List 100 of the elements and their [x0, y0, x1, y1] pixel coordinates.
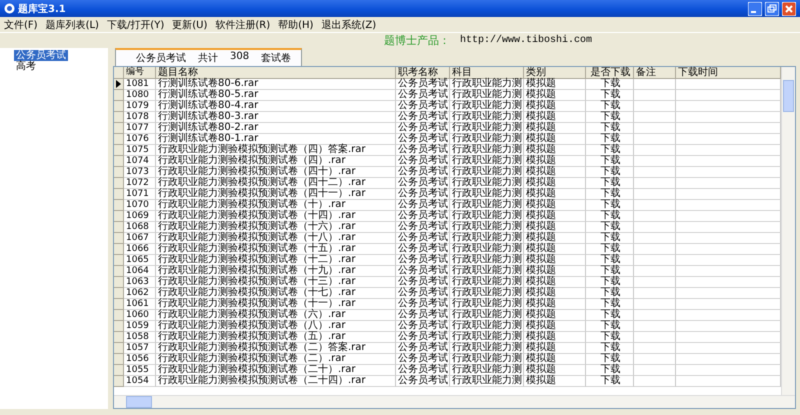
table-cell	[634, 101, 676, 112]
table-cell: 下载	[586, 233, 634, 244]
table-cell: 1062	[124, 288, 156, 299]
table-cell	[634, 288, 676, 299]
table-cell: 行政职业能力测	[450, 266, 524, 277]
table-cell: 行测训练试卷80-1.rar	[156, 134, 396, 145]
minimize-button[interactable]	[748, 2, 762, 16]
horizontal-scrollbar[interactable]	[114, 395, 795, 408]
table-cell: 下载	[586, 79, 634, 90]
column-header[interactable]: 科目	[450, 67, 524, 79]
column-header[interactable]: 编号	[124, 67, 156, 79]
table-cell: 下载	[586, 244, 634, 255]
table-cell: 行政职业能力测	[450, 332, 524, 343]
column-header[interactable]: 下载时间	[676, 67, 781, 79]
table-cell	[634, 222, 676, 233]
table-cell: 行政职业能力测	[450, 189, 524, 200]
table-cell: 1061	[124, 299, 156, 310]
table-cell: 模拟题	[524, 277, 586, 288]
column-header[interactable]: 题目名称	[156, 67, 396, 79]
menu-item[interactable]: 退出系统(Z)	[321, 18, 376, 32]
table-cell: 行政职业能力测	[450, 365, 524, 376]
table-cell: 行政职业能力测	[450, 255, 524, 266]
table-cell: 模拟题	[524, 189, 586, 200]
table-cell: 行政职业能力测	[450, 222, 524, 233]
table-cell: 1054	[124, 376, 156, 387]
table-cell: 模拟题	[524, 321, 586, 332]
table-cell: 公务员考试	[396, 277, 450, 288]
tree-item[interactable]: 公务员考试	[14, 50, 68, 61]
menu-item[interactable]: 软件注册(R)	[215, 18, 270, 32]
column-header[interactable]: 是否下载	[586, 67, 634, 79]
table-cell: 行政职业能力测验模拟预测试卷（五）.rar	[156, 332, 396, 343]
tab[interactable]: 公务员考试 共计 308 套试卷	[115, 48, 302, 66]
menu-item[interactable]: 下载/打开(Y)	[106, 18, 164, 32]
table-cell: 1078	[124, 112, 156, 123]
table-cell: 下载	[586, 123, 634, 134]
table-cell: 行政职业能力测验模拟预测试卷（十七）.rar	[156, 288, 396, 299]
table-cell: 下载	[586, 277, 634, 288]
table-cell	[634, 112, 676, 123]
table-cell: 行政职业能力测	[450, 376, 524, 387]
table-cell	[634, 310, 676, 321]
table-cell: 1072	[124, 178, 156, 189]
table-cell: 1067	[124, 233, 156, 244]
table-cell	[634, 178, 676, 189]
table-cell: 1075	[124, 145, 156, 156]
table-cell: 行政职业能力测验模拟预测试卷（六）.rar	[156, 310, 396, 321]
table-cell: 1063	[124, 277, 156, 288]
table-cell: 1076	[124, 134, 156, 145]
table-cell: 模拟题	[524, 123, 586, 134]
table-cell	[634, 134, 676, 145]
table-cell: 1077	[124, 123, 156, 134]
table-cell: 1065	[124, 255, 156, 266]
table-cell: 模拟题	[524, 156, 586, 167]
table-cell: 公务员考试	[396, 255, 450, 266]
window-title: 题库宝3.1	[18, 2, 66, 16]
menu-item[interactable]: 更新(U)	[172, 18, 208, 32]
table-cell: 行政职业能力测	[450, 156, 524, 167]
app-icon	[4, 3, 15, 14]
table-cell: 1055	[124, 365, 156, 376]
close-button[interactable]	[782, 2, 796, 16]
table-cell: 模拟题	[524, 167, 586, 178]
table-cell: 行政职业能力测	[450, 112, 524, 123]
table-cell: 公务员考试	[396, 211, 450, 222]
website-url[interactable]: http://www.tiboshi.com	[460, 35, 592, 46]
table-cell: 行政职业能力测	[450, 211, 524, 222]
column-header[interactable]: 备注	[634, 67, 676, 79]
table-cell: 1068	[124, 222, 156, 233]
column-header[interactable]: 类别	[524, 67, 586, 79]
menu-item[interactable]: 帮助(H)	[278, 18, 314, 32]
table-cell: 模拟题	[524, 134, 586, 145]
table-cell: 公务员考试	[396, 189, 450, 200]
menu-item[interactable]: 题库列表(L)	[46, 18, 99, 32]
table-cell: 模拟题	[524, 79, 586, 90]
table-cell: 行政职业能力测验模拟预测试卷（四十一）.rar	[156, 189, 396, 200]
table-cell: 模拟题	[524, 354, 586, 365]
column-header[interactable]: 职考名称	[396, 67, 450, 79]
menu-item[interactable]: 文件(F)	[4, 18, 38, 32]
table-cell: 下载	[586, 112, 634, 123]
table-cell: 公务员考试	[396, 112, 450, 123]
table-cell: 行政职业能力测验模拟预测试卷（四）.rar	[156, 156, 396, 167]
table-cell: 模拟题	[524, 288, 586, 299]
table-cell: 行政职业能力测	[450, 145, 524, 156]
table-cell: 公务员考试	[396, 376, 450, 387]
table-cell: 公务员考试	[396, 233, 450, 244]
row-indicator[interactable]	[114, 79, 124, 90]
table-cell: 行政职业能力测验模拟预测试卷（四十）.rar	[156, 167, 396, 178]
table-cell: 1057	[124, 343, 156, 354]
vertical-scrollbar[interactable]	[781, 67, 795, 395]
restore-button[interactable]	[765, 2, 779, 16]
table-cell: 下载	[586, 200, 634, 211]
table-cell: 行政职业能力测	[450, 178, 524, 189]
table-cell: 行政职业能力测	[450, 277, 524, 288]
table-cell: 公务员考试	[396, 321, 450, 332]
table-cell: 行政职业能力测	[450, 288, 524, 299]
tree-item[interactable]: 高考	[14, 61, 38, 72]
table-cell: 1059	[124, 321, 156, 332]
table-cell: 行政职业能力测验模拟预测试卷（四）答案.rar	[156, 145, 396, 156]
table-cell: 下载	[586, 299, 634, 310]
table-cell: 公务员考试	[396, 354, 450, 365]
table-cell: 1080	[124, 90, 156, 101]
table-cell: 下载	[586, 266, 634, 277]
